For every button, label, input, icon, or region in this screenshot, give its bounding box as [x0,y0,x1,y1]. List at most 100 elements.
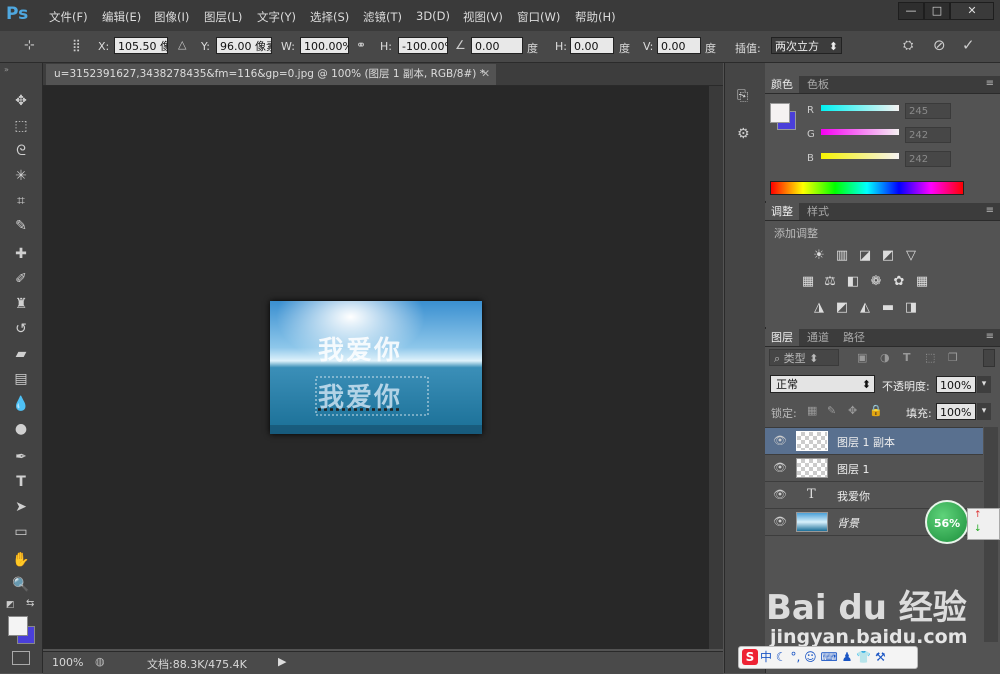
healing-brush-icon[interactable]: ✚ [11,244,31,264]
exposure-icon[interactable]: ◩ [881,249,895,263]
history-brush-icon[interactable]: ↺ [11,319,31,339]
brightness-icon[interactable]: ☀ [812,249,826,263]
zoom-level[interactable]: 100% [52,656,83,669]
interpolation-select[interactable]: 两次立方 ⬍ [771,37,842,54]
menu-layer[interactable]: 图层(L) [204,9,242,25]
ime-chinese-icon[interactable]: 中 [760,650,772,664]
eye-icon[interactable]: 👁 [773,488,787,501]
punctuation-icon[interactable]: °, [790,650,800,664]
minimize-button[interactable]: — [898,2,924,20]
filter-adjustment-icon[interactable]: ◑ [880,351,890,364]
lock-all-icon[interactable]: 🔒 [869,404,883,417]
hand-tool-icon[interactable]: ✋ [11,550,31,570]
cancel-transform-icon[interactable]: ⊘ [933,36,946,54]
color-spectrum[interactable] [770,181,964,195]
brush-tool-icon[interactable]: ✐ [11,269,31,289]
moon-icon[interactable]: ☾ [776,650,787,664]
document-tab[interactable]: u=3152391627,3438278435&fm=116&gp=0.jpg … [46,64,496,85]
commit-transform-icon[interactable]: ✓ [962,36,975,54]
posterize-icon[interactable]: ◩ [835,301,849,315]
color-balance-icon[interactable]: ⚖ [823,275,837,289]
foreground-color-swatch[interactable] [8,616,28,636]
crop-tool-icon[interactable]: ⌗ [11,191,31,211]
b-value[interactable]: 242 [905,151,951,167]
delta-icon[interactable]: △ [178,38,186,51]
eye-icon[interactable]: 👁 [773,461,787,474]
tab-color[interactable]: 颜色 [765,76,799,93]
user-icon[interactable]: ♟ [842,650,853,664]
tab-swatches[interactable]: 色板 [801,76,835,93]
layer-row[interactable]: 👁 图层 1 副本 [765,428,983,455]
r-value[interactable]: 245 [905,103,951,119]
menu-image[interactable]: 图像(I) [154,9,189,25]
vibrance-icon[interactable]: ▽ [904,249,918,263]
selective-color-icon[interactable]: ◨ [904,301,918,315]
menu-3d[interactable]: 3D(D) [416,9,450,23]
keyboard-icon[interactable]: ⌨ [820,650,837,664]
move-tool-icon[interactable]: ✥ [11,91,31,111]
share-icon[interactable]: ◍ [95,655,105,668]
panel-menu-icon[interactable]: ≡ [986,205,994,216]
panel-menu-icon[interactable]: ≡ [986,78,994,89]
gradient-map-icon[interactable]: ▬ [881,301,895,315]
menu-select[interactable]: 选择(S) [310,9,349,25]
hskew-input[interactable]: 0.00 [570,37,614,54]
eye-icon[interactable]: 👁 [773,515,787,528]
threshold-icon[interactable]: ◭ [858,301,872,315]
menu-edit[interactable]: 编辑(E) [102,9,141,25]
invert-icon[interactable]: ◮ [812,301,826,315]
quick-mask-icon[interactable] [12,651,30,665]
opacity-input[interactable]: 100% [936,376,976,393]
layer-filter-select[interactable]: ⌕ 类型 ⬍ [769,349,839,366]
vertical-scrollbar[interactable] [709,86,723,649]
channel-mixer-icon[interactable]: ✿ [892,275,906,289]
lock-position-icon[interactable]: ✥ [848,404,857,417]
eye-icon[interactable]: 👁 [773,434,787,447]
layer-row[interactable]: 👁 图层 1 [765,455,983,482]
ime-toolbar[interactable]: S中 ☾ °, ☺ ⌨ ♟ 👕 ⚒ [738,646,918,669]
filter-smart-icon[interactable]: ❐ [948,351,958,364]
reference-point-icon[interactable]: ⣿ [72,38,81,52]
type-tool-icon[interactable]: T [11,472,31,492]
opacity-dropdown-icon[interactable]: ▾ [977,376,991,393]
history-panel-icon[interactable]: ⎘ [737,88,748,104]
panel-menu-icon[interactable]: ≡ [986,331,994,342]
w-input[interactable]: 100.00% [300,37,349,54]
zoom-tool-icon[interactable]: 🔍 [11,575,31,595]
curves-icon[interactable]: ◪ [858,249,872,263]
photo-filter-icon[interactable]: ❁ [869,275,883,289]
document-image[interactable]: 我爱你 我爱你 [270,301,482,434]
path-select-icon[interactable]: ➤ [11,497,31,517]
blur-tool-icon[interactable]: 💧 [11,394,31,414]
lock-image-icon[interactable]: ✎ [827,404,836,417]
tab-adjustments[interactable]: 调整 [765,203,799,220]
default-colors-icon[interactable]: ◩ [6,600,15,610]
h-input[interactable]: -100.00% [398,37,448,54]
maximize-button[interactable]: □ [924,2,950,20]
collapse-icon[interactable]: » [4,65,9,74]
menu-type[interactable]: 文字(Y) [257,9,296,25]
fill-dropdown-icon[interactable]: ▾ [977,403,991,420]
close-button[interactable]: ✕ [950,2,994,20]
marquee-tool-icon[interactable]: ⬚ [11,116,31,136]
filter-type-icon[interactable]: T [903,351,911,364]
b-slider[interactable] [821,153,899,159]
tab-channels[interactable]: 通道 [801,329,835,346]
angle-input[interactable]: 0.00 [471,37,523,54]
menu-help[interactable]: 帮助(H) [575,9,616,25]
eyedropper-icon[interactable]: ✎ [11,216,31,236]
x-input[interactable]: 105.50 像素 [114,37,168,54]
gradient-tool-icon[interactable]: ▤ [11,369,31,389]
properties-panel-icon[interactable]: ⚙ [737,126,750,142]
menu-view[interactable]: 视图(V) [463,9,503,25]
tab-styles[interactable]: 样式 [801,203,835,220]
magic-wand-icon[interactable]: ✳ [11,166,31,186]
filter-pixel-icon[interactable]: ▣ [857,351,867,364]
filter-shape-icon[interactable]: ⬚ [925,351,935,364]
link-icon[interactable]: ⚭ [356,38,366,52]
status-menu-arrow-icon[interactable]: ▶ [278,655,286,668]
levels-icon[interactable]: ▥ [835,249,849,263]
tab-paths[interactable]: 路径 [837,329,871,346]
stamp-tool-icon[interactable]: ♜ [11,294,31,314]
filter-toggle[interactable] [983,349,995,367]
